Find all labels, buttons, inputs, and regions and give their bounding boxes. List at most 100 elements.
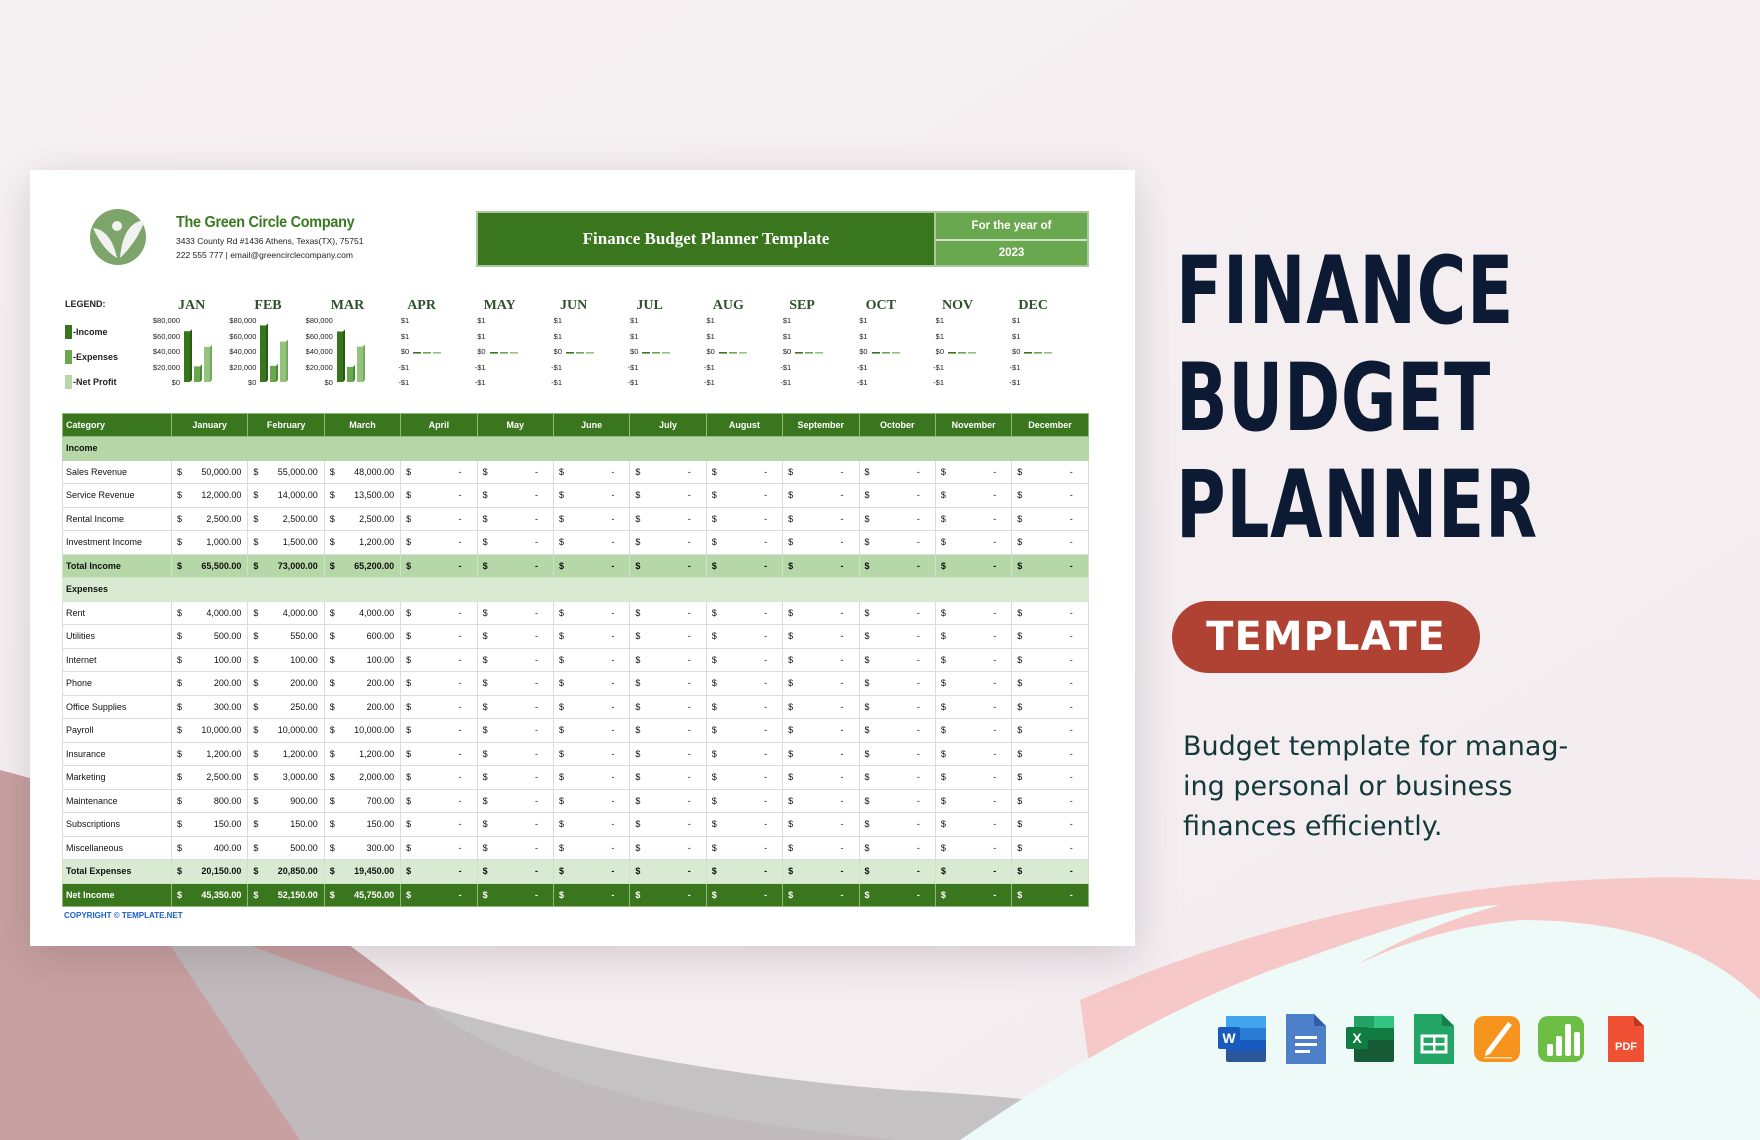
table-cell[interactable]: $50,000.00 [170,459,249,484]
table-cell[interactable]: $12,000.00 [170,483,249,508]
table-cell[interactable]: $ - [934,553,1013,578]
row-label[interactable]: Sales Revenue [62,459,172,484]
table-cell[interactable]: $ - [782,506,860,531]
table-cell[interactable]: $ - [1011,882,1089,907]
table-cell[interactable]: $ - [476,694,554,719]
year-value[interactable]: 2023 [936,239,1087,265]
table-cell[interactable]: $ - [476,530,554,555]
table-cell[interactable]: $ - [552,600,631,625]
table-cell[interactable]: $ - [782,812,860,837]
column-header-september[interactable]: September [782,413,860,437]
table-cell[interactable]: $150.00 [323,812,402,837]
table-cell[interactable]: $2,000.00 [323,765,402,790]
row-label[interactable]: Total Income [62,553,172,578]
table-cell[interactable]: $ - [705,459,784,484]
table-cell[interactable]: $ - [934,506,1013,531]
table-cell[interactable]: $ - [1011,741,1089,766]
table-cell[interactable]: $ - [705,624,784,649]
table-cell[interactable]: $20,850.00 [247,859,325,884]
table-cell[interactable]: $ - [476,671,554,696]
row-label[interactable]: Office Supplies [62,694,172,719]
table-cell[interactable]: $ - [782,765,860,790]
table-cell[interactable]: $2,500.00 [323,506,402,531]
microsoft-excel-icon[interactable]: X [1344,1010,1394,1068]
table-cell[interactable]: $ - [400,765,478,790]
table-cell[interactable]: $200.00 [323,694,402,719]
table-cell[interactable]: $ - [552,483,631,508]
table-cell[interactable]: $300.00 [323,835,402,860]
table-cell[interactable]: $1,200.00 [323,530,402,555]
row-label[interactable]: Utilities [62,624,172,649]
table-cell[interactable]: $14,000.00 [247,483,325,508]
table-cell[interactable]: $ - [552,741,631,766]
table-cell[interactable]: $ - [400,859,478,884]
table-cell[interactable]: $45,350.00 [170,882,249,907]
table-cell[interactable]: $ - [705,530,784,555]
table-cell[interactable]: $ - [782,671,860,696]
table-cell[interactable]: $200.00 [323,671,402,696]
table-cell[interactable]: $ - [476,647,554,672]
table-cell[interactable]: $ - [476,765,554,790]
table-cell[interactable]: $ - [400,530,478,555]
table-cell[interactable]: $ - [1011,835,1089,860]
table-cell[interactable]: $ - [782,624,860,649]
table-cell[interactable]: $ - [1011,506,1089,531]
row-label[interactable]: Investment Income [62,530,172,555]
column-header-july[interactable]: July [629,413,707,437]
row-label[interactable]: Net Income [62,882,172,907]
table-cell[interactable]: $200.00 [170,671,249,696]
table-cell[interactable]: $ - [934,812,1013,837]
table-cell[interactable]: $ - [858,459,936,484]
table-cell[interactable]: $ - [476,718,554,743]
apple-numbers-icon[interactable] [1536,1010,1586,1068]
column-header-june[interactable]: June [552,413,631,437]
column-header-april[interactable]: April [400,413,478,437]
table-cell[interactable]: $ - [400,553,478,578]
table-cell[interactable]: $ - [629,506,707,531]
table-cell[interactable]: $ - [629,765,707,790]
row-label[interactable]: Rent [62,600,172,625]
table-cell[interactable]: $ - [1011,765,1089,790]
table-cell[interactable]: $1,200.00 [247,741,325,766]
table-cell[interactable]: $ - [400,788,478,813]
table-cell[interactable]: $52,150.00 [247,882,325,907]
table-cell[interactable]: $ - [705,882,784,907]
table-cell[interactable]: $55,000.00 [247,459,325,484]
table-cell[interactable]: $ - [934,671,1013,696]
table-cell[interactable]: $ - [1011,459,1089,484]
table-cell[interactable]: $ - [552,765,631,790]
table-cell[interactable]: $ - [705,553,784,578]
table-cell[interactable]: $ - [782,530,860,555]
column-header-march[interactable]: March [323,413,402,437]
table-cell[interactable]: $ - [858,600,936,625]
table-cell[interactable]: $ - [552,718,631,743]
row-label[interactable]: Internet [62,647,172,672]
table-cell[interactable]: $ - [934,788,1013,813]
table-cell[interactable]: $48,000.00 [323,459,402,484]
table-cell[interactable]: $ - [858,671,936,696]
table-cell[interactable]: $800.00 [170,788,249,813]
table-cell[interactable]: $ - [400,835,478,860]
table-cell[interactable]: $ - [1011,671,1089,696]
table-cell[interactable]: $ - [476,788,554,813]
google-docs-icon[interactable] [1280,1010,1330,1068]
table-cell[interactable]: $ - [629,788,707,813]
table-cell[interactable]: $900.00 [247,788,325,813]
table-cell[interactable]: $ - [934,835,1013,860]
table-cell[interactable]: $550.00 [247,624,325,649]
table-cell[interactable]: $ - [782,741,860,766]
row-label[interactable]: Maintenance [62,788,172,813]
table-cell[interactable]: $ - [629,647,707,672]
table-cell[interactable]: $1,000.00 [170,530,249,555]
table-cell[interactable]: $ - [782,600,860,625]
table-cell[interactable]: $ - [1011,718,1089,743]
table-cell[interactable]: $ - [782,459,860,484]
table-cell[interactable]: $ - [782,553,860,578]
microsoft-word-icon[interactable]: W [1216,1010,1266,1068]
table-cell[interactable]: $1,500.00 [247,530,325,555]
table-cell[interactable]: $1,200.00 [170,741,249,766]
table-cell[interactable]: $ - [552,647,631,672]
column-header-january[interactable]: January [170,413,249,437]
table-cell[interactable]: $ - [1011,788,1089,813]
table-cell[interactable]: $ - [400,718,478,743]
